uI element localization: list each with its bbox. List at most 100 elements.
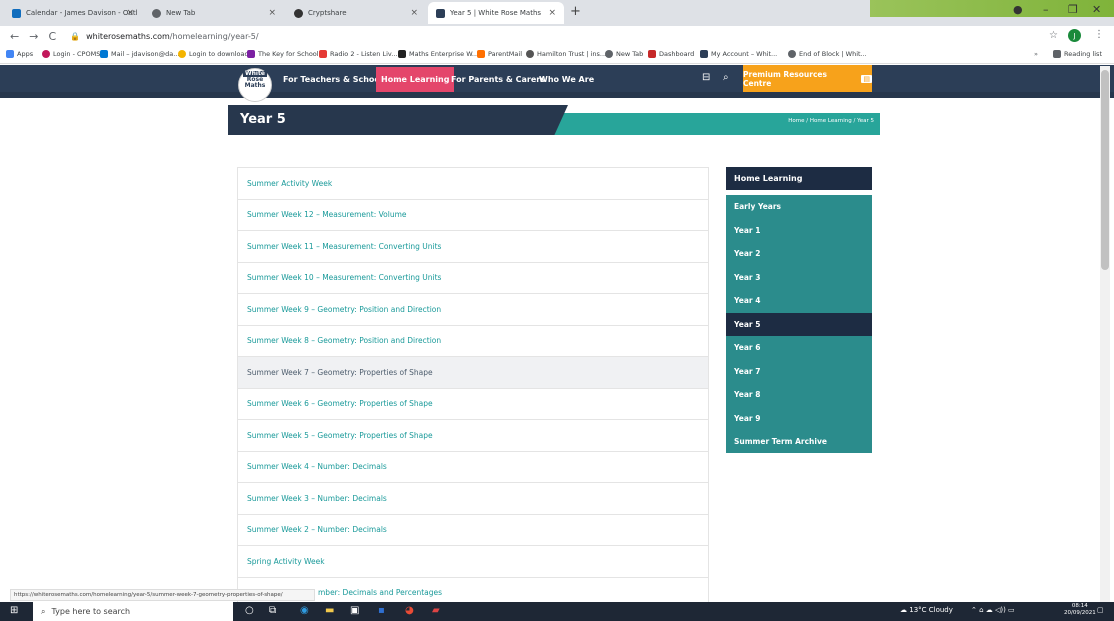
- reading-list[interactable]: Reading list: [1053, 50, 1102, 58]
- tab-title: Year 5 | White Rose Maths: [450, 9, 542, 17]
- globe-icon: [605, 50, 613, 58]
- bookmark-end-of-block[interactable]: End of Block | Whit...: [788, 50, 867, 58]
- address-bar-row: ← → C 🔒 whiterosemaths.com/homelearning/…: [0, 26, 1114, 46]
- minimize-icon[interactable]: –: [1043, 3, 1049, 16]
- document-icon: ▤: [861, 74, 872, 83]
- notification-icon[interactable]: ▢: [1097, 606, 1104, 614]
- bookmark-radio2[interactable]: Radio 2 - Listen Liv...: [319, 50, 397, 58]
- taskbar-search-input[interactable]: ⌕ Type here to search: [33, 602, 233, 621]
- dashboard-icon: [648, 50, 656, 58]
- list-item[interactable]: Summer Week 3 – Number: Decimals: [238, 483, 708, 515]
- more-bookmarks-icon[interactable]: »: [1034, 50, 1038, 58]
- list-item[interactable]: Summer Week 6 – Geometry: Properties of …: [238, 389, 708, 420]
- tab-year5[interactable]: Year 5 | White Rose Maths ×: [428, 2, 564, 24]
- list-item[interactable]: Summer Week 8 – Geometry: Position and D…: [238, 326, 708, 357]
- list-item[interactable]: Summer Week 5 – Geometry: Properties of …: [238, 420, 708, 452]
- list-item[interactable]: Summer Week 11 – Measurement: Converting…: [238, 231, 708, 263]
- close-window-icon[interactable]: ✕: [1092, 3, 1101, 16]
- sidebar-item-year-8[interactable]: Year 8: [726, 383, 872, 407]
- reload-icon[interactable]: C: [48, 30, 56, 43]
- bookmark-star-icon[interactable]: ☆: [1049, 30, 1058, 41]
- record-icon[interactable]: ●: [1013, 3, 1023, 16]
- list-item[interactable]: Summer Week 12 – Measurement: Volume: [238, 200, 708, 231]
- sidebar-item-summer-term-archive[interactable]: Summer Term Archive: [726, 430, 872, 454]
- store-icon[interactable]: ▣: [350, 605, 359, 616]
- bookmark-parentmail[interactable]: ParentMail: [477, 50, 522, 58]
- list-item[interactable]: Summer Week 7 – Geometry: Properties of …: [238, 357, 708, 389]
- file-explorer-icon[interactable]: ▬: [325, 605, 334, 616]
- apps-icon: [6, 50, 14, 58]
- tab-cryptshare[interactable]: Cryptshare ×: [286, 2, 426, 24]
- close-tab-icon[interactable]: ×: [548, 8, 556, 18]
- task-view-icon[interactable]: ⧉: [269, 605, 276, 616]
- menu-icon[interactable]: ⋮: [1094, 29, 1104, 40]
- bookmark-maths-enterprise[interactable]: Maths Enterprise W...: [398, 50, 478, 58]
- bookmark-login[interactable]: Login to download...: [178, 50, 255, 58]
- chrome-icon[interactable]: ◕: [405, 605, 414, 616]
- list-item[interactable]: Summer Activity Week: [238, 168, 708, 200]
- page-scrollbar[interactable]: [1100, 66, 1110, 602]
- white-rose-icon: [436, 8, 445, 18]
- avatar[interactable]: J: [1068, 29, 1081, 42]
- taskbar-clock[interactable]: 08:14 20/09/2021: [1064, 603, 1096, 617]
- bookmark-my-account[interactable]: My Account – Whit...: [700, 50, 777, 58]
- nav-home-learning[interactable]: Home Learning: [376, 67, 455, 92]
- scrollbar-thumb[interactable]: [1101, 70, 1109, 270]
- bookmark-apps[interactable]: Apps: [6, 50, 33, 58]
- key-icon: [247, 50, 255, 58]
- powerpoint-icon[interactable]: ▰: [432, 605, 440, 616]
- nav-who-we-are[interactable]: Who We Are: [534, 67, 599, 92]
- close-tab-icon[interactable]: ×: [410, 8, 418, 18]
- windows-start-icon[interactable]: ⊞: [10, 605, 18, 616]
- sidebar-item-year-3[interactable]: Year 3: [726, 266, 872, 290]
- basket-icon[interactable]: ⊟: [702, 72, 710, 83]
- sidebar-item-year-1[interactable]: Year 1: [726, 219, 872, 243]
- close-tab-icon[interactable]: ×: [268, 8, 276, 18]
- white-rose-logo[interactable]: White Rose Maths: [238, 68, 272, 102]
- list-item[interactable]: Spring Activity Week: [238, 546, 708, 578]
- bookmark-new-tab[interactable]: New Tab: [605, 50, 643, 58]
- tab-title: New Tab: [166, 9, 196, 17]
- system-tray-icons[interactable]: ⌃ ⌂ ☁ ◁)) ▭: [971, 606, 1015, 614]
- bookmarks-bar: Apps Login - CPOMS Mail – jdavison@da...…: [0, 46, 1114, 64]
- bookmark-cpoms[interactable]: Login - CPOMS: [42, 50, 100, 58]
- maximize-icon[interactable]: ❐: [1068, 3, 1078, 16]
- outlook-icon: [12, 8, 21, 18]
- sidebar-item-year-5[interactable]: Year 5: [726, 312, 872, 336]
- sidebar-item-year-2[interactable]: Year 2: [726, 242, 872, 266]
- breadcrumb[interactable]: Home / Home Learning / Year 5: [700, 118, 874, 124]
- hamilton-icon: [526, 50, 534, 58]
- sidebar-item-year-7[interactable]: Year 7: [726, 360, 872, 384]
- cortana-icon[interactable]: ○: [245, 605, 254, 616]
- list-item[interactable]: Summer Week 4 – Number: Decimals: [238, 452, 708, 483]
- new-tab-button[interactable]: +: [570, 4, 581, 19]
- list-item[interactable]: Summer Week 9 – Geometry: Position and D…: [238, 294, 708, 326]
- sidebar-item-year-4[interactable]: Year 4: [726, 289, 872, 313]
- search-icon[interactable]: ⌕: [723, 72, 729, 83]
- lock-icon[interactable]: 🔒: [70, 32, 80, 41]
- bookmark-mail[interactable]: Mail – jdavison@da...: [100, 50, 179, 58]
- edge-icon[interactable]: ◉: [300, 605, 309, 616]
- radio-icon: [319, 50, 327, 58]
- tes-icon: [398, 50, 406, 58]
- bookmark-hamilton[interactable]: Hamilton Trust | ins...: [526, 50, 606, 58]
- address-input[interactable]: whiterosemaths.com/homelearning/year-5/: [86, 32, 258, 41]
- search-icon: ⌕: [41, 606, 46, 616]
- status-url: https://whiterosemaths.com/homelearning/…: [10, 589, 315, 601]
- sidebar-item-year-9[interactable]: Year 9: [726, 407, 872, 431]
- list-item[interactable]: Summer Week 10 – Measurement: Converting…: [238, 263, 708, 294]
- back-icon[interactable]: ←: [10, 30, 19, 43]
- close-tab-icon[interactable]: ×: [126, 8, 134, 18]
- outlook-icon[interactable]: ▪: [378, 605, 385, 616]
- tab-new-tab[interactable]: New Tab ×: [144, 2, 284, 24]
- tab-calendar[interactable]: Calendar - James Davison - Outl ×: [4, 2, 142, 24]
- forward-icon[interactable]: →: [29, 30, 38, 43]
- sidebar-item-year-6[interactable]: Year 6: [726, 336, 872, 360]
- cryptshare-icon: [294, 8, 303, 18]
- bookmark-the-key[interactable]: The Key for School...: [247, 50, 325, 58]
- weather-widget[interactable]: ☁ 13°C Cloudy: [900, 606, 953, 614]
- list-item[interactable]: Summer Week 2 – Number: Decimals: [238, 515, 708, 546]
- bookmark-dashboard[interactable]: Dashboard: [648, 50, 694, 58]
- premium-resources-button[interactable]: Premium Resources Centre ▤: [743, 65, 872, 92]
- sidebar-item-early-years[interactable]: Early Years: [726, 195, 872, 219]
